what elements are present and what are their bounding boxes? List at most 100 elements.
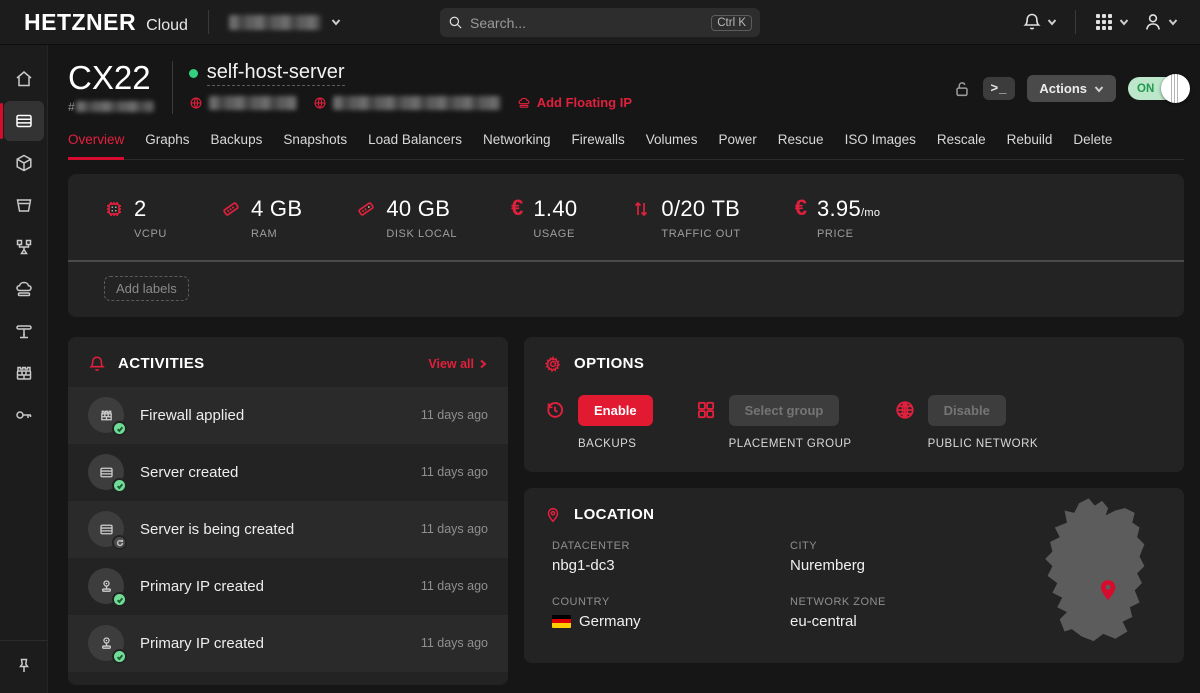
- country-name: Germany: [579, 613, 641, 630]
- activity-avatar: [88, 568, 124, 604]
- tab-power[interactable]: Power: [719, 132, 757, 159]
- placement-group-select-button[interactable]: Select group: [729, 395, 840, 426]
- activity-row[interactable]: Server created 11 days ago: [68, 444, 508, 501]
- account-menu[interactable]: [1143, 12, 1178, 32]
- activity-time: 11 days ago: [421, 408, 488, 422]
- tab-rescue[interactable]: Rescue: [778, 132, 824, 159]
- server-header: CX22 # self-host-server: [68, 61, 1184, 114]
- lock-open-icon[interactable]: [953, 80, 971, 98]
- activity-row[interactable]: Firewall applied 11 days ago: [68, 387, 508, 444]
- activity-row[interactable]: Server is being created 11 days ago: [68, 501, 508, 558]
- add-floating-ip-button[interactable]: Add Floating IP: [517, 95, 632, 110]
- global-search[interactable]: Ctrl K: [440, 8, 760, 37]
- sidebar-item-servers[interactable]: [4, 101, 44, 141]
- network-icon: [14, 321, 34, 341]
- stat-label: RAM: [251, 228, 302, 240]
- tab-backups[interactable]: Backups: [211, 132, 263, 159]
- tab-iso-images[interactable]: ISO Images: [845, 132, 916, 159]
- location-panel: LOCATION DATACENTER nbg1-dc3 CITY Nuremb…: [524, 488, 1184, 663]
- sidebar-item-images[interactable]: [4, 143, 44, 183]
- public-network-disable-button[interactable]: Disable: [928, 395, 1006, 426]
- tab-rebuild[interactable]: Rebuild: [1007, 132, 1053, 159]
- activity-row[interactable]: Primary IP created 11 days ago: [68, 615, 508, 672]
- option-placement-group: Select group PLACEMENT GROUP: [695, 395, 852, 450]
- activity-time: 11 days ago: [421, 579, 488, 593]
- activity-text: Server created: [140, 464, 238, 481]
- backups-enable-button[interactable]: Enable: [578, 395, 653, 426]
- refresh-icon: [116, 539, 124, 547]
- toggle-knob[interactable]: [1161, 74, 1190, 103]
- disk-icon: [356, 199, 376, 219]
- apps-menu[interactable]: [1094, 12, 1129, 32]
- activity-time: 11 days ago: [421, 522, 488, 536]
- project-name-redacted: [229, 15, 321, 30]
- stat-label: VCPU: [134, 228, 167, 240]
- sidebar-item-networks[interactable]: [4, 311, 44, 351]
- notifications-menu[interactable]: [1022, 12, 1057, 32]
- server-id-prefix: #: [68, 100, 75, 114]
- view-all-link[interactable]: View all: [428, 357, 488, 371]
- stat-label: PRICE: [817, 228, 880, 240]
- stat-label: DISK LOCAL: [386, 228, 457, 240]
- server-status-dot: [189, 69, 198, 78]
- firewall-icon: [14, 363, 34, 383]
- actions-button[interactable]: Actions: [1027, 75, 1116, 102]
- location-title: LOCATION: [574, 506, 654, 523]
- console-button[interactable]: >_: [983, 77, 1016, 100]
- ipv4-redacted: [209, 96, 297, 110]
- sidebar-item-load-balancers[interactable]: [4, 227, 44, 267]
- stat-traffic: 0/20 TB TRAFFIC OUT: [631, 196, 740, 240]
- tab-load-balancers[interactable]: Load Balancers: [368, 132, 462, 159]
- ipv6-address[interactable]: [313, 96, 501, 110]
- bucket-icon: [14, 195, 34, 215]
- cube-icon: [14, 153, 34, 173]
- tab-graphs[interactable]: Graphs: [145, 132, 189, 159]
- server-icon: [14, 111, 34, 131]
- ipv4-address[interactable]: [189, 96, 297, 110]
- stat-value: 0/20 TB: [661, 196, 740, 222]
- map-pin-icon: [544, 506, 562, 524]
- globe-icon: [189, 96, 203, 110]
- main-content: CX22 # self-host-server: [48, 45, 1200, 693]
- power-toggle[interactable]: ON: [1128, 77, 1184, 100]
- brand-logo[interactable]: HETZNER Cloud: [24, 9, 188, 36]
- server-ips: Add Floating IP: [189, 95, 632, 110]
- stat-value: 3.95/mo: [817, 196, 880, 222]
- tab-overview[interactable]: Overview: [68, 132, 124, 160]
- tab-networking[interactable]: Networking: [483, 132, 551, 159]
- tab-delete[interactable]: Delete: [1073, 132, 1112, 159]
- search-icon: [448, 15, 463, 30]
- topbar-divider: [208, 10, 209, 34]
- success-badge: [112, 592, 127, 607]
- add-labels-button[interactable]: Add labels: [104, 276, 189, 301]
- sidebar-item-home[interactable]: [4, 59, 44, 99]
- sidebar-pin-toggle[interactable]: [4, 651, 44, 681]
- tab-firewalls[interactable]: Firewalls: [571, 132, 624, 159]
- server-type-block: CX22 #: [68, 61, 173, 114]
- tab-volumes[interactable]: Volumes: [646, 132, 698, 159]
- tab-snapshots[interactable]: Snapshots: [283, 132, 347, 159]
- stat-vcpu: 2 VCPU: [104, 196, 167, 240]
- euro-icon: €: [795, 195, 807, 240]
- server-name[interactable]: self-host-server: [207, 61, 345, 86]
- activity-row[interactable]: Primary IP created 11 days ago: [68, 558, 508, 615]
- floating-ip-icon: [517, 96, 531, 110]
- tab-rescale[interactable]: Rescale: [937, 132, 986, 159]
- sidebar-item-floating-ips[interactable]: [4, 269, 44, 309]
- option-backups: Enable BACKUPS: [544, 395, 653, 450]
- server-name-block: self-host-server Add Floating IP: [173, 61, 632, 110]
- field-value: Germany: [552, 613, 790, 630]
- sidebar-item-security[interactable]: [4, 395, 44, 435]
- project-selector[interactable]: [229, 15, 341, 30]
- field-value: nbg1-dc3: [552, 557, 790, 574]
- sidebar-item-firewalls[interactable]: [4, 353, 44, 393]
- floating-ip-icon: [14, 279, 34, 299]
- server-type: CX22: [68, 61, 154, 96]
- sidebar-item-object-storage[interactable]: [4, 185, 44, 225]
- pin-icon: [14, 656, 34, 676]
- check-icon: [116, 482, 124, 490]
- success-badge: [112, 421, 127, 436]
- search-input[interactable]: [470, 15, 711, 31]
- primary-ip-icon: [98, 635, 115, 652]
- stat-value: 4 GB: [251, 196, 302, 222]
